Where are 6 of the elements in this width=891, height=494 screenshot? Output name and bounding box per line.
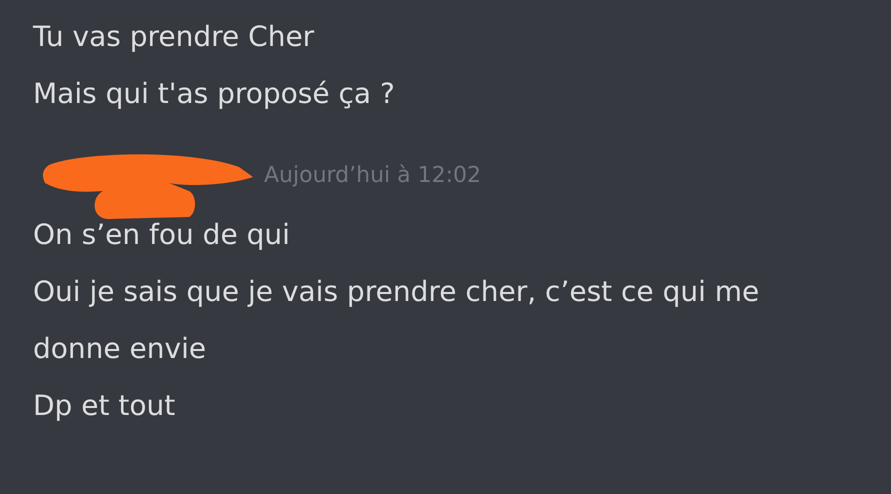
- message-timestamp: Aujourd’hui à 12:02: [264, 162, 481, 188]
- message-text: Tu vas prendre Cher: [33, 19, 316, 55]
- message-text: Oui je sais que je vais prendre cher, c’est ce qui me donne envie: [33, 274, 760, 367]
- message-text: Mais qui t'as proposé ça ?: [33, 76, 396, 112]
- message-text: Dp et tout: [33, 388, 176, 424]
- message-text: On s’en fou de qui: [33, 217, 291, 253]
